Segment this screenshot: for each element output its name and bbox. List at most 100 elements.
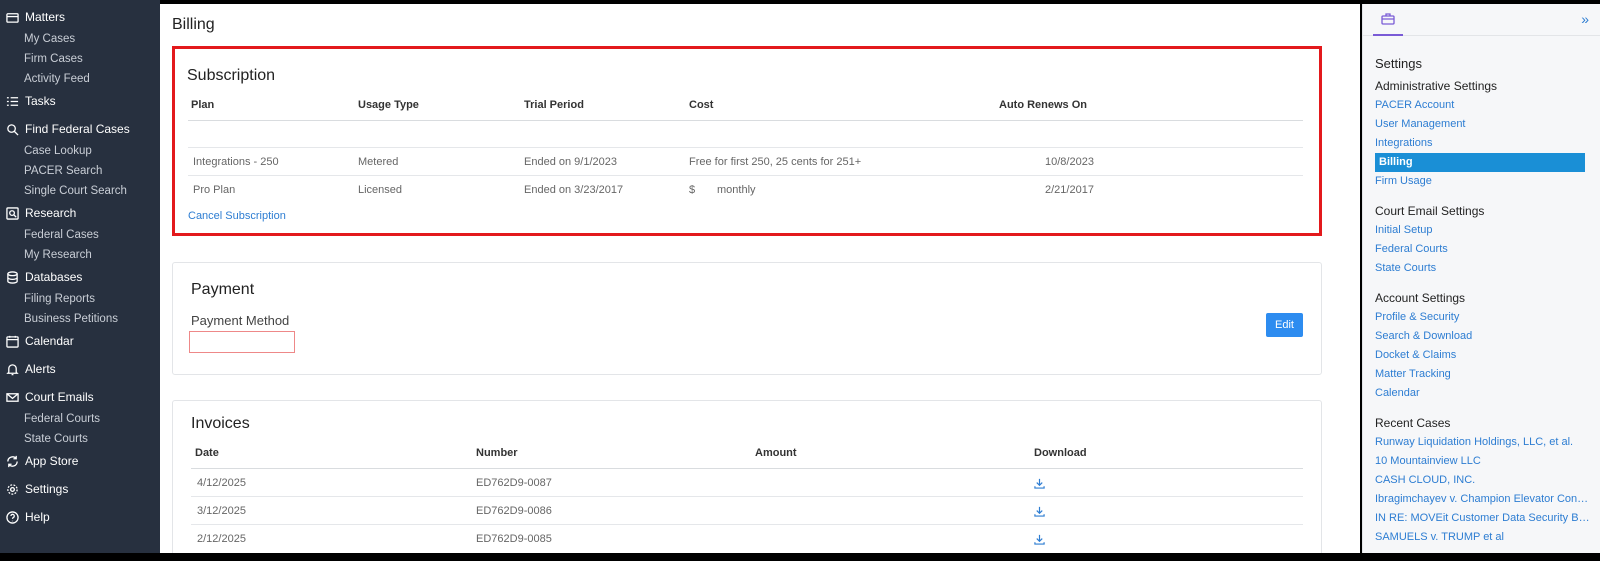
invoice-number: ED762D9-0086 (476, 505, 552, 517)
calendar-icon (5, 334, 19, 348)
nav-matters[interactable]: Matters (0, 5, 160, 29)
nav-find-federal-cases-label: Find Federal Cases (25, 122, 130, 136)
nav-alerts[interactable]: Alerts (0, 357, 160, 381)
col-cost: Cost (689, 99, 714, 111)
plan-cell: Pro Plan (193, 184, 236, 196)
payment-title: Payment (191, 281, 255, 298)
nav-calendar[interactable]: Calendar (0, 329, 160, 353)
invoice-date: 3/12/2025 (197, 505, 246, 517)
link-pacer-account[interactable]: PACER Account (1375, 96, 1591, 115)
link-federal-courts[interactable]: Federal Courts (1375, 240, 1591, 259)
cost-cell: $ (689, 184, 696, 196)
nav-filing-reports[interactable]: Filing Reports (0, 289, 160, 309)
nav-research-label: Research (25, 206, 77, 220)
nav-federal-cases[interactable]: Federal Cases (0, 225, 160, 245)
link-docket-claims[interactable]: Docket & Claims (1375, 346, 1591, 365)
nav-find-federal-cases[interactable]: Find Federal Cases (0, 117, 160, 141)
nav-matters-label: Matters (25, 10, 66, 24)
settings-nav: Settings Administrative Settings PACER A… (1375, 54, 1591, 547)
recent-case-link[interactable]: SAMUELS v. TRUMP et al (1375, 528, 1591, 547)
nav-court-emails-state[interactable]: State Courts (0, 429, 160, 449)
link-initial-setup[interactable]: Initial Setup (1375, 221, 1591, 240)
link-matter-tracking[interactable]: Matter Tracking (1375, 365, 1591, 384)
col-amount: Amount (755, 447, 797, 459)
nav-court-emails-label: Court Emails (25, 390, 94, 404)
nav-research[interactable]: Research (0, 201, 160, 225)
nav-single-court-search[interactable]: Single Court Search (0, 181, 160, 201)
invoice-date: 4/12/2025 (197, 477, 246, 489)
usage-cell: Metered (358, 156, 399, 168)
main-content: Billing Subscription Plan Usage Type Tri… (160, 4, 1360, 561)
nav-alerts-label: Alerts (25, 362, 56, 376)
usage-cell: Licensed (358, 184, 403, 196)
col-usage-type: Usage Type (358, 99, 419, 111)
court-email-settings-heading: Court Email Settings (1375, 204, 1485, 218)
active-tab-indicator (1373, 34, 1403, 36)
download-icon[interactable] (1034, 534, 1045, 548)
nav-app-store[interactable]: App Store (0, 449, 160, 473)
nav-settings[interactable]: Settings (0, 477, 160, 501)
nav-activity-feed[interactable]: Activity Feed (0, 69, 160, 89)
admin-settings-heading: Administrative Settings (1375, 79, 1498, 93)
link-integrations[interactable]: Integrations (1375, 134, 1591, 153)
window-frame-bottom (0, 553, 1600, 561)
refresh-icon (5, 454, 19, 468)
trial-cell: Ended on 3/23/2017 (524, 184, 624, 196)
edit-payment-button[interactable]: Edit (1266, 313, 1303, 337)
collapse-panel-icon[interactable]: » (1581, 11, 1589, 27)
invoices-card: Invoices Date Number Amount Download 4/1… (172, 400, 1322, 561)
invoice-number: ED762D9-0085 (476, 533, 552, 545)
link-user-management[interactable]: User Management (1375, 115, 1591, 134)
panel-tab-bar: » (1363, 4, 1600, 36)
invoices-title: Invoices (191, 415, 250, 432)
nav-case-lookup[interactable]: Case Lookup (0, 141, 160, 161)
recent-case-link[interactable]: CASH CLOUD, INC. (1375, 471, 1591, 490)
header-divider (188, 120, 1303, 121)
payment-method-field[interactable] (189, 331, 295, 353)
briefcase-icon[interactable] (1381, 12, 1397, 28)
subscription-title: Subscription (187, 67, 276, 84)
row-divider (188, 147, 1303, 148)
gear-icon (5, 482, 19, 496)
recent-case-link[interactable]: Runway Liquidation Holdings, LLC, et al. (1375, 433, 1591, 452)
help-icon (5, 510, 19, 524)
cost-period-cell: monthly (717, 184, 756, 196)
nav-firm-cases[interactable]: Firm Cases (0, 49, 160, 69)
link-firm-usage[interactable]: Firm Usage (1375, 172, 1591, 191)
search-icon (5, 122, 19, 136)
nav-databases[interactable]: Databases (0, 265, 160, 289)
nav-app-store-label: App Store (25, 454, 79, 468)
nav-help[interactable]: Help (0, 505, 160, 529)
col-plan: Plan (191, 99, 215, 111)
recent-case-link[interactable]: Ibragimchayev v. Champion Elevator Const… (1375, 490, 1591, 509)
cancel-subscription-link[interactable]: Cancel Subscription (188, 210, 286, 222)
recent-case-link[interactable]: 10 Mountainview LLC (1375, 452, 1591, 471)
nav-my-research[interactable]: My Research (0, 245, 160, 265)
row-divider (188, 175, 1303, 176)
col-number: Number (476, 447, 518, 459)
nav-my-cases[interactable]: My Cases (0, 29, 160, 49)
col-auto-renews-on: Auto Renews On (999, 99, 1088, 111)
mail-icon (5, 390, 19, 404)
nav-pacer-search[interactable]: PACER Search (0, 161, 160, 181)
recent-cases-heading: Recent Cases (1375, 416, 1451, 430)
link-billing[interactable]: Billing (1375, 153, 1585, 172)
link-calendar[interactable]: Calendar (1375, 384, 1591, 403)
account-settings-heading: Account Settings (1375, 291, 1466, 305)
nav-business-petitions[interactable]: Business Petitions (0, 309, 160, 329)
renews-cell: 2/21/2017 (1045, 184, 1094, 196)
download-icon[interactable] (1034, 506, 1045, 520)
trial-cell: Ended on 9/1/2023 (524, 156, 617, 168)
row-divider (191, 524, 1303, 525)
link-state-courts[interactable]: State Courts (1375, 259, 1591, 278)
nav-court-emails[interactable]: Court Emails (0, 385, 160, 409)
nav-court-emails-federal[interactable]: Federal Courts (0, 409, 160, 429)
link-search-download[interactable]: Search & Download (1375, 327, 1591, 346)
nav-tasks[interactable]: Tasks (0, 89, 160, 113)
folder-icon (5, 10, 19, 24)
download-icon[interactable] (1034, 478, 1045, 492)
link-profile-security[interactable]: Profile & Security (1375, 308, 1591, 327)
header-divider (191, 468, 1303, 469)
recent-case-link[interactable]: IN RE: MOVEit Customer Data Security Bre… (1375, 509, 1591, 528)
row-divider (191, 496, 1303, 497)
